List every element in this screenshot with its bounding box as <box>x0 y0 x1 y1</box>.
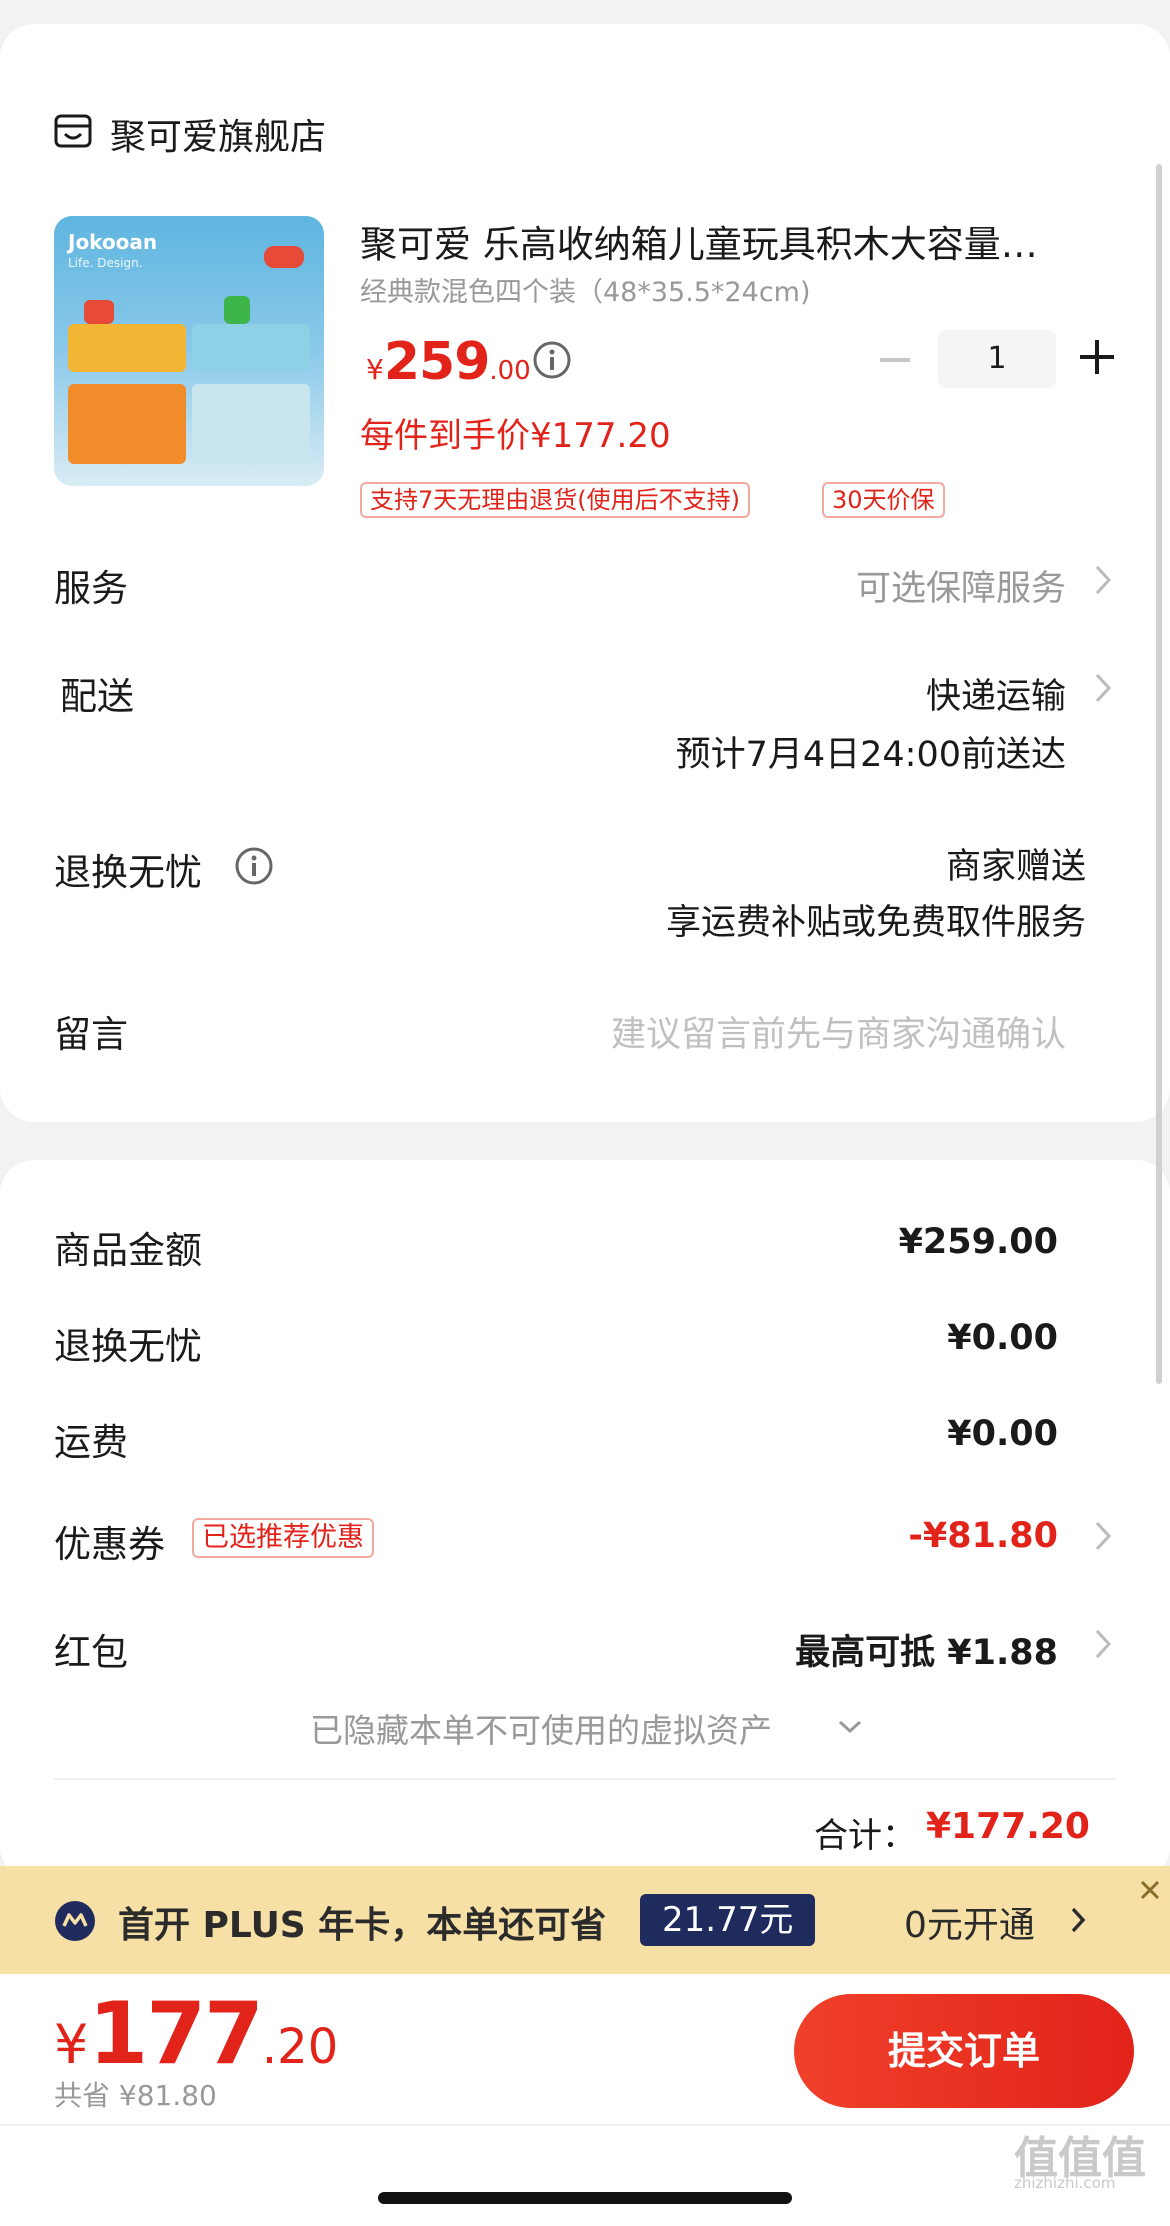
coupon-label: 优惠券 <box>54 1523 165 1566</box>
image-box-top-left <box>68 324 186 372</box>
home-indicator[interactable] <box>378 2192 792 2204</box>
message-label: 留言 <box>54 1013 128 1056</box>
delivery-eta: 预计7月4日24:00前送达 <box>675 735 1066 775</box>
delivery-chevron-right-icon[interactable] <box>1094 672 1112 704</box>
image-toy-plane <box>264 246 304 268</box>
image-box-bottom-right <box>192 384 310 464</box>
checkout-total-price: ¥177.20 <box>54 1984 338 2084</box>
price-integer: 259 <box>383 332 491 392</box>
delivery-method[interactable]: 快递运输 <box>926 668 1066 719</box>
image-brick-green <box>224 296 250 324</box>
plus-badge-icon <box>55 1901 95 1941</box>
product-image[interactable]: Jokooan Life. Design. <box>54 216 324 486</box>
service-value[interactable]: 可选保障服务 <box>856 560 1066 611</box>
image-brick-red <box>84 300 114 324</box>
total-value: ¥177.20 <box>926 1806 1090 1847</box>
red-packet-label: 红包 <box>54 1631 128 1674</box>
price-summary-card: 商品金额 ¥259.00 退换无忧 ¥0.00 运费 ¥0.00 优惠券 已选推… <box>0 1160 1170 1880</box>
quantity-input[interactable]: 1 <box>938 330 1056 388</box>
price-info-icon[interactable] <box>532 340 572 380</box>
order-item-card: 聚可爱旗舰店 Jokooan Life. Design. 聚可爱 乐高收纳箱儿童… <box>0 24 1170 1122</box>
return-label: 退换无忧 <box>54 851 202 894</box>
checkout-price-symbol: ¥ <box>54 2013 89 2076</box>
plus-savings-amount: 21.77元 <box>640 1894 816 1946</box>
checkout-saving: 共省 ¥81.80 <box>54 2079 217 2112</box>
plus-chevron-right-icon[interactable] <box>1070 1906 1086 1934</box>
image-box-top-right <box>192 324 310 372</box>
return-value-gift: 商家赠送 <box>945 847 1086 887</box>
service-chevron-right-icon[interactable] <box>1094 564 1112 596</box>
hidden-assets-text: 已隐藏本单不可使用的虚拟资产 <box>310 1711 772 1750</box>
checkout-price-decimal: .20 <box>261 2019 339 2075</box>
coupon-chevron-right-icon[interactable] <box>1094 1520 1112 1552</box>
return-policy-badge: 支持7天无理由退货(使用后不支持) <box>360 482 750 518</box>
return-fee-value: ¥0.00 <box>947 1318 1058 1358</box>
return-value-service: 享运费补贴或免费取件服务 <box>665 903 1086 943</box>
product-brand-tagline: Life. Design. <box>68 256 143 270</box>
plus-open-button[interactable]: 0元开通 <box>904 1896 1035 1948</box>
scrollbar[interactable] <box>1156 164 1162 1384</box>
return-info-icon[interactable] <box>234 846 274 886</box>
shop-icon <box>54 114 92 148</box>
product-title[interactable]: 聚可爱 乐高收纳箱儿童玩具积木大容量… <box>360 214 1100 268</box>
chevron-down-icon[interactable] <box>838 1720 862 1734</box>
plus-promo-text: 首开 PLUS 年卡，本单还可省 <box>118 1905 607 1946</box>
red-packet-value[interactable]: 最高可抵 ¥1.88 <box>795 1624 1058 1675</box>
product-brand-logo: Jokooan <box>68 230 158 254</box>
coupon-value[interactable]: -¥81.80 <box>908 1516 1058 1556</box>
plus-promo-banner[interactable]: 首开 PLUS 年卡，本单还可省 21.77元 0元开通 <box>0 1866 1170 1974</box>
close-icon[interactable] <box>1134 1874 1166 1906</box>
image-box-bottom-left <box>68 384 186 464</box>
checkout-price-integer: 177 <box>88 1984 264 2084</box>
return-fee-label: 退换无忧 <box>54 1325 202 1368</box>
unit-price: 每件到手价¥177.20 <box>360 416 671 456</box>
goods-amount-value: ¥259.00 <box>898 1222 1058 1262</box>
message-input[interactable]: 建议留言前先与商家沟通确认 <box>611 1006 1066 1057</box>
quantity-minus-button[interactable] <box>880 358 910 362</box>
total-label: 合计： <box>814 1816 916 1856</box>
product-spec[interactable]: 经典款混色四个装（48*35.5*24cm) <box>360 270 811 309</box>
bottom-divider <box>0 2124 1170 2126</box>
shipping-fee-label: 运费 <box>54 1421 128 1464</box>
price-symbol: ¥ <box>366 353 384 386</box>
price-protection-badge: 30天价保 <box>822 482 945 518</box>
shipping-fee-value: ¥0.00 <box>947 1414 1058 1454</box>
watermark-url: zhizhizhi.com <box>1014 2174 1116 2192</box>
red-packet-chevron-right-icon[interactable] <box>1094 1628 1112 1660</box>
quantity-plus-button[interactable] <box>1080 340 1114 374</box>
price-decimal: .00 <box>489 356 531 386</box>
summary-divider <box>54 1778 1116 1780</box>
product-price: ¥259.00 <box>366 332 531 392</box>
checkout-bar: ¥177.20 共省 ¥81.80 提交订单 值值值 zhizhizhi.com <box>0 1974 1170 2226</box>
goods-amount-label: 商品金额 <box>54 1229 202 1272</box>
coupon-selected-tag: 已选推荐优惠 <box>192 1518 374 1558</box>
service-label: 服务 <box>54 567 128 610</box>
store-name[interactable]: 聚可爱旗舰店 <box>110 108 326 160</box>
submit-order-button[interactable]: 提交订单 <box>794 1994 1134 2108</box>
hidden-assets-toggle[interactable]: 已隐藏本单不可使用的虚拟资产 <box>310 1704 772 1752</box>
delivery-label: 配送 <box>60 675 134 718</box>
